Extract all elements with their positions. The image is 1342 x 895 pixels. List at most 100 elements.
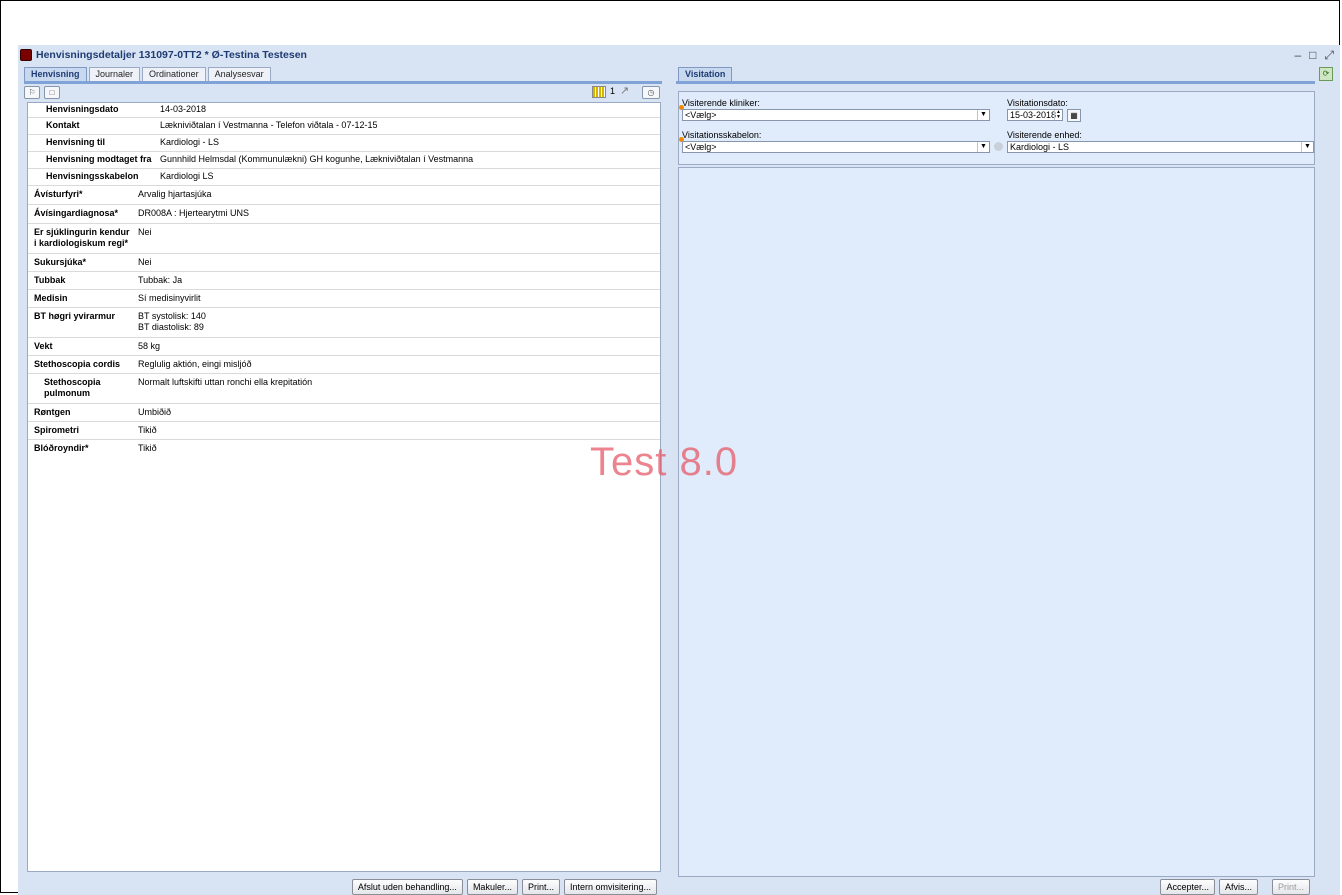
row-value: Tikið — [138, 425, 157, 435]
row-value: BT diastolisk: 89 — [138, 322, 204, 332]
row-value: Reglulig aktión, eingi misljóð — [138, 359, 252, 369]
visitation-print-button[interactable]: Print... — [1271, 879, 1310, 895]
table-row: Henvisningsskabelon Kardiologi LS — [28, 169, 660, 186]
date-spinner-icon[interactable]: ▲ ▼ — [1054, 110, 1062, 120]
visitation-actions: Accepter... Afvis... Print... — [1160, 879, 1310, 895]
restore-icon[interactable]: □ — [1309, 48, 1316, 63]
row-label: Vekt — [34, 341, 53, 351]
visitation-form: Visiterende kliniker: <Vælg> ▼ Visitatio… — [678, 91, 1315, 165]
template-select-value: <Vælg> — [685, 142, 717, 152]
app-logo-icon — [20, 49, 32, 61]
row-label: Ávísturfyri* — [34, 189, 83, 199]
referral-actions: Afslut uden behandling... Makuler... Pri… — [351, 879, 657, 895]
row-value: Gunnhild Helmsdal (Kommunulækni) GH kogu… — [160, 154, 474, 164]
columns-icon[interactable] — [592, 86, 606, 98]
chevron-down-icon[interactable]: ▼ — [977, 110, 989, 120]
row-label: Henvisningsdato — [46, 104, 119, 114]
date-input[interactable]: 15-03-2018 ▲ ▼ — [1007, 109, 1063, 121]
table-row: Blóðroyndir* Tikið — [28, 440, 660, 457]
row-value: 14-03-2018 — [160, 104, 207, 114]
table-row: Stethoscopia pulmonum Normalt luftskifti… — [28, 374, 660, 404]
table-row: Ávísingardiagnosa* DR008A : Hjertearytmi… — [28, 205, 660, 224]
date-value: 15-03-2018 — [1010, 110, 1057, 120]
finish-without-treatment-button[interactable]: Afslut uden behandling... — [351, 879, 463, 895]
refresh-icon[interactable]: ⟳ — [1319, 67, 1333, 81]
cancel-referral-button[interactable]: Makuler... — [466, 879, 518, 895]
window-controls: – □ ⤢ — [1294, 48, 1334, 63]
comment-icon[interactable]: □ — [44, 86, 60, 99]
row-value: Tubbak: Ja — [138, 275, 183, 285]
row-label: Ávísingardiagnosa* — [34, 208, 119, 218]
row-value: Nei — [138, 227, 152, 237]
tab-ordinationer[interactable]: Ordinationer — [142, 67, 206, 81]
row-value: Umbiðið — [138, 407, 172, 417]
row-label: Sukursjúka* — [34, 257, 87, 267]
row-value: DR008A : Hjertearytmi UNS — [138, 208, 250, 218]
clinician-select-value: <Vælg> — [685, 110, 717, 120]
unit-select[interactable]: Kardiologi - LS ▼ — [1007, 141, 1314, 153]
table-row: Stethoscopia cordis Reglulig aktión, ein… — [28, 356, 660, 374]
referral-details-table: Henvisningsdato 14-03-2018 Kontakt Lækni… — [27, 102, 661, 872]
page-number: 1 — [610, 86, 616, 96]
right-tab-strip: Visitation — [678, 66, 734, 81]
row-label: Røntgen — [34, 407, 71, 417]
chevron-down-icon[interactable]: ▼ — [1301, 142, 1313, 152]
row-value: Nei — [138, 257, 152, 267]
accept-button[interactable]: Accepter... — [1160, 879, 1215, 895]
row-value: Lækniviðtalan í Vestmanna - Telefon viðt… — [160, 120, 378, 130]
right-tab-underline — [676, 81, 1315, 84]
visitation-content-area — [678, 167, 1315, 877]
window-title: Henvisningsdetaljer 131097-0TT2 * Ø-Test… — [36, 49, 307, 61]
table-row: Kontakt Lækniviðtalan í Vestmanna - Tele… — [28, 118, 660, 135]
calendar-icon[interactable]: ▦ — [1067, 109, 1081, 122]
clinician-select[interactable]: <Vælg> ▼ — [682, 109, 990, 121]
row-value: Sí medisinyvirlit — [138, 293, 201, 303]
left-tab-strip: Henvisning Journaler Ordinationer Analys… — [24, 66, 273, 81]
row-value: Kardiologi - LS — [160, 137, 220, 147]
row-value: BT systolisk: 140 — [138, 311, 206, 321]
forward-arrow-icon[interactable]: ↗ — [620, 84, 629, 97]
table-row: Tubbak Tubbak: Ja — [28, 272, 660, 290]
table-row: Ávísturfyri* Arvalig hjartasjúka — [28, 186, 660, 205]
left-tab-underline — [24, 81, 662, 84]
tab-henvisning[interactable]: Henvisning — [24, 67, 87, 81]
row-label: Henvisningsskabelon — [46, 171, 139, 181]
template-select[interactable]: <Vælg> ▼ — [682, 141, 990, 153]
row-label: Medisin — [34, 293, 68, 303]
row-label: Henvisning modtaget fra — [46, 154, 152, 164]
minimize-icon[interactable]: – — [1294, 48, 1301, 63]
tab-visitation[interactable]: Visitation — [678, 67, 733, 81]
title-bar: Henvisningsdetaljer 131097-0TT2 * Ø-Test… — [18, 45, 1340, 65]
row-label: Blóðroyndir* — [34, 443, 89, 453]
table-row: Henvisning modtaget fra Gunnhild Helmsda… — [28, 152, 660, 169]
test-watermark: Test 8.0 — [590, 440, 739, 484]
tab-journaler[interactable]: Journaler — [88, 67, 141, 81]
history-icon[interactable]: ◷ — [642, 86, 660, 99]
row-label: BT høgri yvirarmur — [34, 311, 116, 321]
flag-icon[interactable]: ⚐ — [24, 86, 40, 99]
row-label: Tubbak — [34, 275, 66, 285]
row-label: Stethoscopia cordis — [34, 359, 121, 369]
row-value: Kardiologi LS — [160, 171, 214, 181]
row-label: Kontakt — [46, 120, 80, 130]
unit-label: Visiterende enhed: — [1007, 130, 1082, 140]
referral-panel: ⚐ □ 1 ↗ ◷ Henvisningsdato 14-03-2018 Kon… — [24, 85, 662, 895]
table-row: Er sjúklingurin kendur i kardiologiskum … — [28, 224, 660, 254]
table-row: Henvisningsdato 14-03-2018 — [28, 103, 660, 118]
print-button[interactable]: Print... — [521, 879, 560, 895]
table-row: Sukursjúka* Nei — [28, 254, 660, 272]
row-label: Stethoscopia pulmonum — [44, 377, 101, 398]
table-row: Medisin Sí medisinyvirlit — [28, 290, 660, 308]
table-row: Spirometri Tikið — [28, 422, 660, 440]
unit-select-value: Kardiologi - LS — [1010, 142, 1070, 152]
table-row: Vekt 58 kg — [28, 338, 660, 356]
row-value: Tikið — [138, 443, 157, 453]
chevron-down-icon[interactable]: ▼ — [977, 142, 989, 152]
internal-revisit-button[interactable]: Intern omvisitering... — [563, 879, 657, 895]
maximize-icon[interactable]: ⤢ — [1324, 48, 1334, 63]
row-label: Er sjúklingurin kendur i kardiologiskum … — [34, 227, 130, 248]
reject-button[interactable]: Afvis... — [1218, 879, 1258, 895]
table-row: Røntgen Umbiðið — [28, 404, 660, 422]
table-row: Henvisning til Kardiologi - LS — [28, 135, 660, 152]
tab-analysesvar[interactable]: Analysesvar — [207, 67, 271, 81]
